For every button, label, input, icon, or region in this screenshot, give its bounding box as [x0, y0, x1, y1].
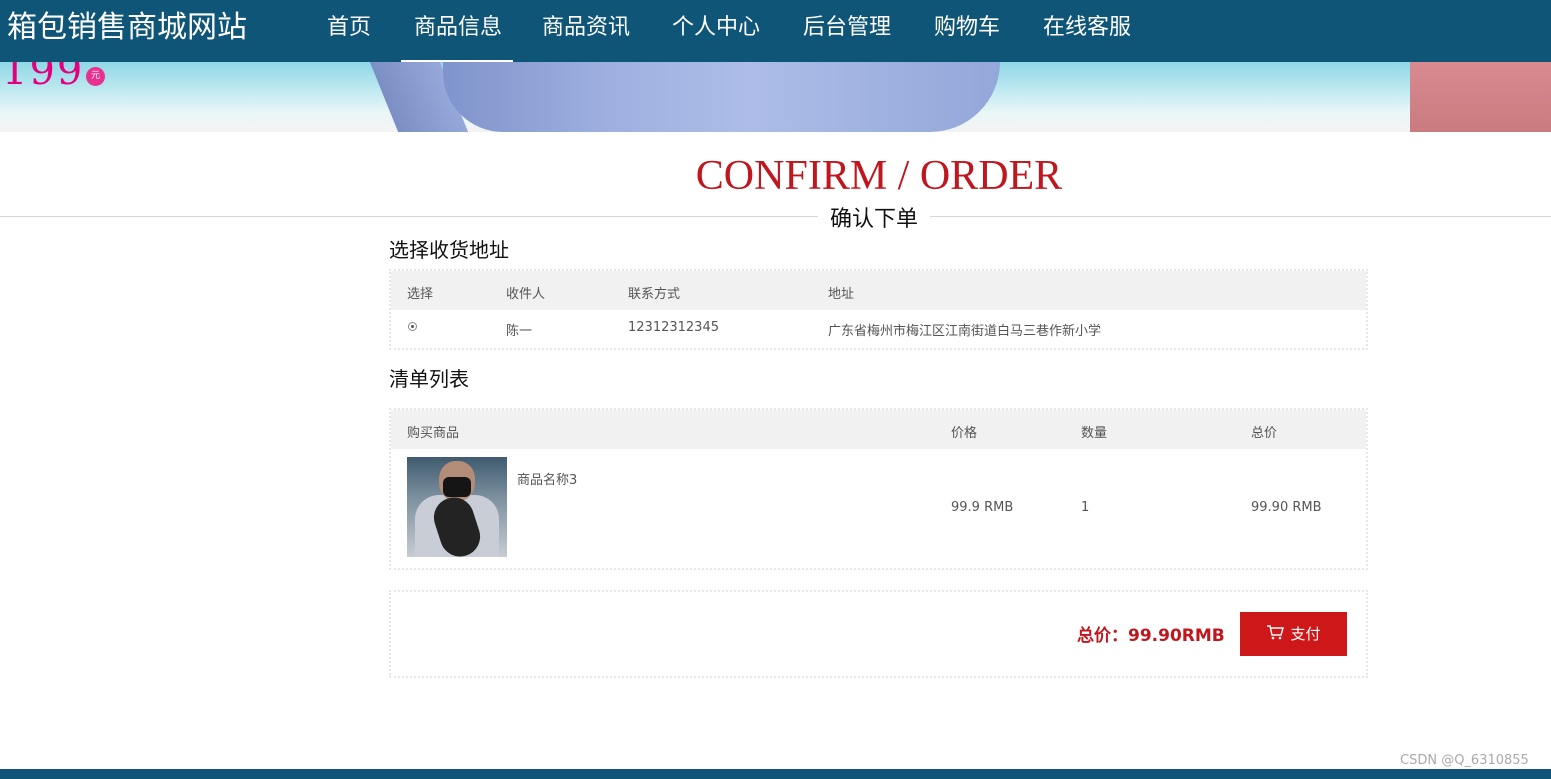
nav-cart[interactable]: 购物车 — [934, 0, 1000, 62]
recipient-phone: 12312312345 — [628, 320, 719, 335]
order-total: 总价：99.90RMB — [1077, 626, 1225, 646]
top-nav: 箱包销售商城网站 首页 商品信息 商品资讯 个人中心 后台管理 购物车 在线客服 — [0, 0, 1551, 64]
cart-icon — [1266, 613, 1285, 657]
site-brand[interactable]: 箱包销售商城网站 — [7, 8, 247, 48]
col-select: 选择 — [407, 287, 434, 302]
page-subtitle: 确认下单 — [818, 201, 931, 233]
page-title: CONFIRM / ORDER — [695, 153, 1063, 199]
address-radio[interactable] — [408, 322, 417, 331]
order-table: 购买商品 价格 数量 总价 商品名称3 99.9 RMB 1 99.90 RMB — [389, 408, 1368, 570]
pay-button[interactable]: 支付 — [1240, 612, 1347, 656]
pay-label: 支付 — [1290, 625, 1321, 643]
product-photo-icon[interactable] — [407, 457, 507, 557]
nav-support[interactable]: 在线客服 — [1043, 0, 1131, 62]
order-section-title: 清单列表 — [389, 367, 469, 391]
product-price: 99.9 RMB — [951, 500, 1014, 515]
product-qty: 1 — [1081, 500, 1090, 515]
banner-price: 199 — [2, 62, 85, 94]
recipient-name: 陈一 — [506, 324, 533, 339]
handbag-graphic — [443, 62, 1000, 132]
banner-right-graphic — [1410, 62, 1551, 132]
order-item-row: 商品名称3 99.9 RMB 1 99.90 RMB — [391, 449, 1366, 568]
nav-products[interactable]: 商品信息 — [400, 0, 514, 64]
order-table-header: 购买商品 价格 数量 总价 — [391, 410, 1366, 449]
col-recipient: 收件人 — [506, 287, 546, 302]
col-qty: 数量 — [1081, 426, 1108, 441]
nav-news[interactable]: 商品资讯 — [542, 0, 630, 62]
recipient-address: 广东省梅州市梅江区江南街道白马三巷作新小学 — [828, 324, 1102, 339]
col-product: 购买商品 — [407, 426, 460, 441]
col-phone: 联系方式 — [628, 287, 681, 302]
nav-admin[interactable]: 后台管理 — [803, 0, 891, 62]
nav-home[interactable]: 首页 — [327, 0, 371, 62]
address-section-title: 选择收货地址 — [389, 238, 509, 262]
product-total: 99.90 RMB — [1251, 500, 1322, 515]
footer-bar — [0, 769, 1551, 779]
col-address: 地址 — [828, 287, 855, 302]
address-table: 选择 收件人 联系方式 地址 陈一 12312312345 广东省梅州市梅江区江… — [389, 269, 1368, 350]
nav-profile[interactable]: 个人中心 — [672, 0, 760, 62]
col-total: 总价 — [1251, 426, 1278, 441]
address-row[interactable]: 陈一 12312312345 广东省梅州市梅江区江南街道白马三巷作新小学 — [391, 310, 1366, 348]
product-name[interactable]: 商品名称3 — [517, 469, 577, 488]
banner-yuan-badge: 元 — [86, 67, 105, 86]
watermark: CSDN @Q_6310855 — [1400, 753, 1529, 768]
order-summary: 总价：99.90RMB 支付 — [389, 590, 1368, 678]
promo-banner: 199 元 — [0, 62, 1551, 132]
title-divider — [0, 216, 1551, 217]
address-table-header: 选择 收件人 联系方式 地址 — [391, 271, 1366, 310]
col-price: 价格 — [951, 426, 978, 441]
